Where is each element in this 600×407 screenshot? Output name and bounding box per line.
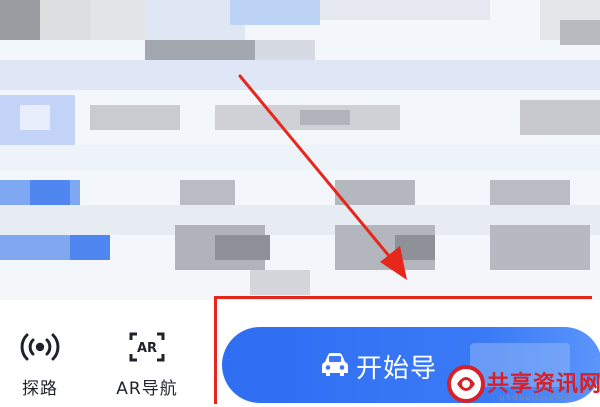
navigation-screen: 探路 AR AR导航 开始导 共享资讯网 gxdaojia.com (0, 0, 600, 407)
watermark-logo-icon (447, 365, 485, 403)
site-watermark: 共享资讯网 gxdaojia.com (447, 360, 600, 407)
watermark-url: gxdaojia.com (499, 393, 572, 403)
